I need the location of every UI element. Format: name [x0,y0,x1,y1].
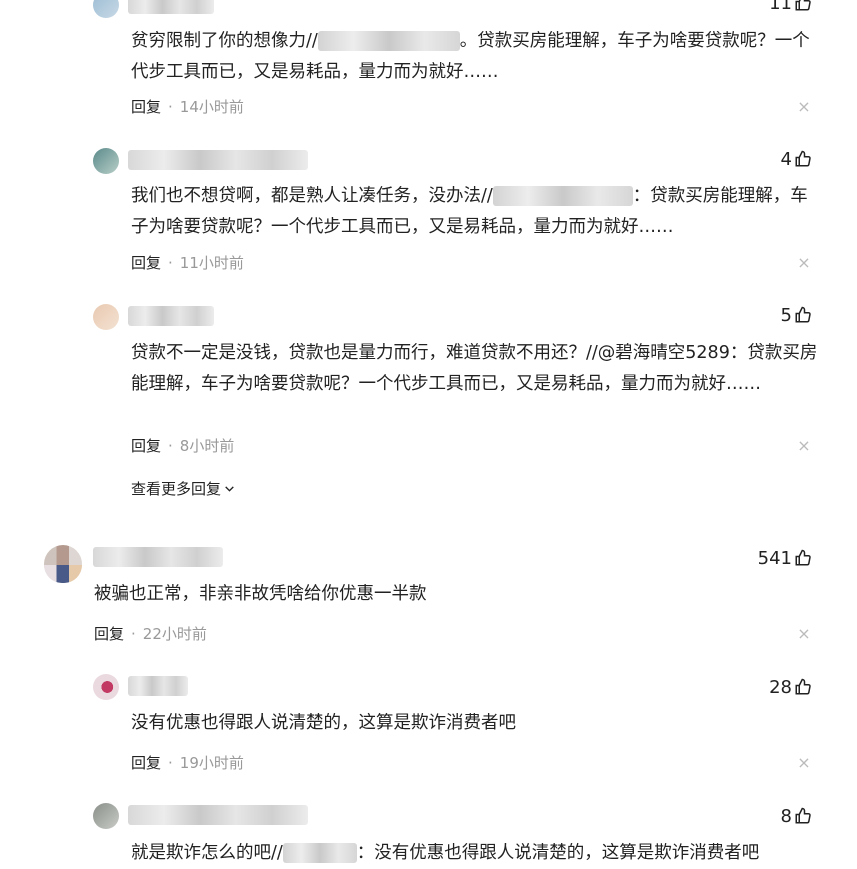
username-blurred[interactable] [93,547,223,567]
close-icon[interactable]: × [797,255,811,271]
username-blurred[interactable] [282,843,357,863]
avatar[interactable] [93,674,119,700]
timestamp: 8小时前 [179,437,235,455]
timestamp: 19小时前 [179,754,244,772]
close-icon[interactable]: × [797,438,811,454]
reply-button[interactable]: 回复 [131,754,161,772]
reply-button[interactable]: 回复 [131,254,161,272]
thumbs-up-icon [795,150,811,167]
like-count: 28 [769,677,792,698]
thumbs-up-icon [795,0,811,11]
reply-button[interactable]: 回复 [94,625,124,643]
username-blurred[interactable] [128,0,214,14]
timestamp: 22小时前 [142,625,207,643]
thumbs-up-icon [795,549,811,566]
username-blurred[interactable] [128,306,214,326]
comment-meta: 回复 · 19小时前 [131,754,244,772]
close-icon[interactable]: × [797,99,811,115]
chevron-down-icon [225,486,234,492]
view-more-replies[interactable]: 查看更多回复 [131,478,236,499]
close-icon[interactable]: × [797,755,811,771]
like-button[interactable]: 8 [752,806,812,828]
comment-text: 没有优惠也得跟人说清楚的，这算是欺诈消费者吧 [131,713,516,733]
like-count: 11 [769,0,792,14]
username-blurred[interactable] [128,150,308,170]
username-blurred[interactable] [492,186,633,206]
comment-text: 被骗也正常，非亲非故凭啥给你优惠一半款 [94,584,427,604]
comment-meta: 回复 · 22小时前 [94,625,207,643]
comment-meta: 回复 · 11小时前 [131,254,244,272]
timestamp: 14小时前 [179,98,244,116]
like-button[interactable]: 4 [752,149,812,171]
comment-meta: 回复 · 8小时前 [131,437,235,455]
like-button[interactable]: 11 [752,0,812,15]
reply-button[interactable]: 回复 [131,437,161,455]
comment-text: 就是欺诈怎么的吧//：没有优惠也得跟人说清楚的，这算是欺诈消费者吧 [131,843,760,863]
username-blurred[interactable] [317,31,460,51]
avatar[interactable] [93,803,119,829]
comment-text: 贫穷限制了你的想像力//。贷款买房能理解，车子为啥要贷款呢？一个代步工具而已，又… [131,31,810,82]
avatar-detail [44,565,82,583]
like-button[interactable]: 5 [752,305,812,327]
like-count: 4 [780,149,792,170]
like-count: 541 [757,548,792,569]
like-count: 8 [780,806,792,827]
reply-button[interactable]: 回复 [131,98,161,116]
avatar[interactable] [93,0,119,18]
comment-text: 贷款不一定是没钱，贷款也是量力而行，难道贷款不用还？//@碧海晴空5289：贷款… [131,343,818,394]
thumbs-up-icon [795,306,811,323]
like-button[interactable]: 541 [752,548,812,570]
comment-text: 我们也不想贷啊，都是熟人让凑任务，没办法//：贷款买房能理解，车子为啥要贷款呢？… [131,186,808,237]
thumbs-up-icon [795,678,811,695]
avatar[interactable] [93,148,119,174]
avatar[interactable] [93,304,119,330]
like-count: 5 [780,305,792,326]
close-icon[interactable]: × [797,626,811,642]
username-blurred[interactable] [128,676,188,696]
timestamp: 11小时前 [179,254,244,272]
comment-meta: 回复 · 14小时前 [131,98,244,116]
thumbs-up-icon [795,807,811,824]
username-blurred[interactable] [128,805,308,825]
like-button[interactable]: 28 [752,677,812,699]
